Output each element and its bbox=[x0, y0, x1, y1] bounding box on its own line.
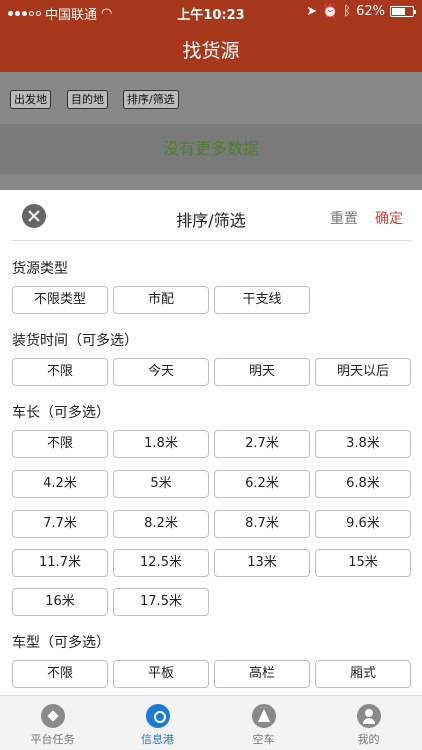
tab-empty-truck[interactable]: 空车 bbox=[211, 696, 316, 750]
section-label-truck-type: 车型（可多选） bbox=[12, 635, 110, 651]
option-button[interactable]: 16米 bbox=[12, 588, 108, 616]
divider bbox=[11, 240, 411, 241]
bluetooth-icon: ᛒ bbox=[343, 4, 352, 19]
app-header: 中国联通 ◠ 上午10:23 ➤ ⏰ ᛒ 62% 找货源 bbox=[0, 0, 422, 72]
option-button[interactable]: 15米 bbox=[315, 549, 411, 577]
option-button[interactable]: 9.6米 bbox=[315, 510, 411, 538]
compass-icon bbox=[40, 704, 65, 728]
section-label-truck-length: 车长（可多选） bbox=[12, 405, 110, 421]
section-label-loading-time: 装货时间（可多选） bbox=[12, 333, 138, 349]
option-button[interactable]: 2.7米 bbox=[214, 430, 310, 458]
option-button[interactable]: 不限 bbox=[12, 430, 108, 458]
empty-list-message: 没有更多数据 bbox=[0, 124, 422, 174]
option-button[interactable]: 13米 bbox=[214, 549, 310, 577]
option-button[interactable]: 厢式 bbox=[315, 660, 411, 688]
bottom-tab-bar: 平台任务 信息港 空车 我的 bbox=[0, 695, 422, 750]
option-button[interactable]: 11.7米 bbox=[12, 549, 108, 577]
battery-icon bbox=[390, 6, 416, 17]
option-button[interactable]: 平板 bbox=[113, 660, 209, 688]
location-pin-icon bbox=[145, 704, 170, 728]
section-label-cargo-type: 货源类型 bbox=[12, 261, 68, 277]
page-title: 找货源 bbox=[182, 40, 240, 62]
option-button[interactable]: 4.2米 bbox=[12, 470, 108, 498]
option-button[interactable]: 不限 bbox=[12, 358, 108, 386]
tab-label: 平台任务 bbox=[30, 733, 75, 746]
sheet-title: 排序/筛选 bbox=[176, 211, 246, 230]
option-button[interactable]: 8.7米 bbox=[214, 510, 310, 538]
option-button[interactable]: 12.5米 bbox=[113, 549, 209, 577]
user-icon bbox=[356, 704, 381, 728]
option-button[interactable]: 明天以后 bbox=[315, 358, 411, 386]
option-button[interactable]: 6.2米 bbox=[214, 470, 310, 498]
sort-filter-button[interactable]: 排序/筛选 bbox=[123, 90, 179, 109]
option-button[interactable]: 3.8米 bbox=[315, 430, 411, 458]
option-button[interactable]: 6.8米 bbox=[315, 470, 411, 498]
tab-info-port[interactable]: 信息港 bbox=[105, 696, 210, 750]
tab-mine[interactable]: 我的 bbox=[316, 696, 421, 750]
tab-platform-tasks[interactable]: 平台任务 bbox=[0, 696, 105, 750]
reset-button[interactable]: 重置 bbox=[330, 208, 358, 228]
option-button[interactable]: 市配 bbox=[113, 286, 209, 314]
battery-percent: 62% bbox=[356, 4, 385, 19]
option-button[interactable]: 今天 bbox=[113, 358, 209, 386]
option-button[interactable]: 干支线 bbox=[214, 286, 310, 314]
tab-label: 信息港 bbox=[141, 733, 174, 746]
option-button[interactable]: 8.2米 bbox=[113, 510, 209, 538]
option-button[interactable]: 17.5米 bbox=[113, 588, 209, 616]
destination-filter-button[interactable]: 目的地 bbox=[67, 90, 108, 109]
tab-label: 空车 bbox=[252, 733, 275, 746]
confirm-button[interactable]: 确定 bbox=[375, 208, 403, 228]
status-bar: 中国联通 ◠ 上午10:23 ➤ ⏰ ᛒ 62% bbox=[0, 0, 422, 24]
option-button[interactable]: 1.8米 bbox=[113, 430, 209, 458]
option-button[interactable]: 5米 bbox=[113, 470, 209, 498]
option-button[interactable]: 不限 bbox=[12, 660, 108, 688]
option-button[interactable]: 7.7米 bbox=[12, 510, 108, 538]
alarm-icon: ⏰ bbox=[322, 4, 339, 19]
option-button[interactable]: 不限类型 bbox=[12, 286, 108, 314]
option-button[interactable]: 高栏 bbox=[214, 660, 310, 688]
filter-sheet: 排序/筛选 重置 确定 货源类型 不限类型 市配 干支线 装货时间（可多选） 不… bbox=[0, 190, 422, 695]
option-button[interactable]: 明天 bbox=[214, 358, 310, 386]
tab-label: 我的 bbox=[357, 733, 380, 746]
location-arrow-icon: ➤ bbox=[306, 4, 318, 19]
road-icon bbox=[251, 704, 276, 728]
origin-filter-button[interactable]: 出发地 bbox=[10, 90, 51, 109]
